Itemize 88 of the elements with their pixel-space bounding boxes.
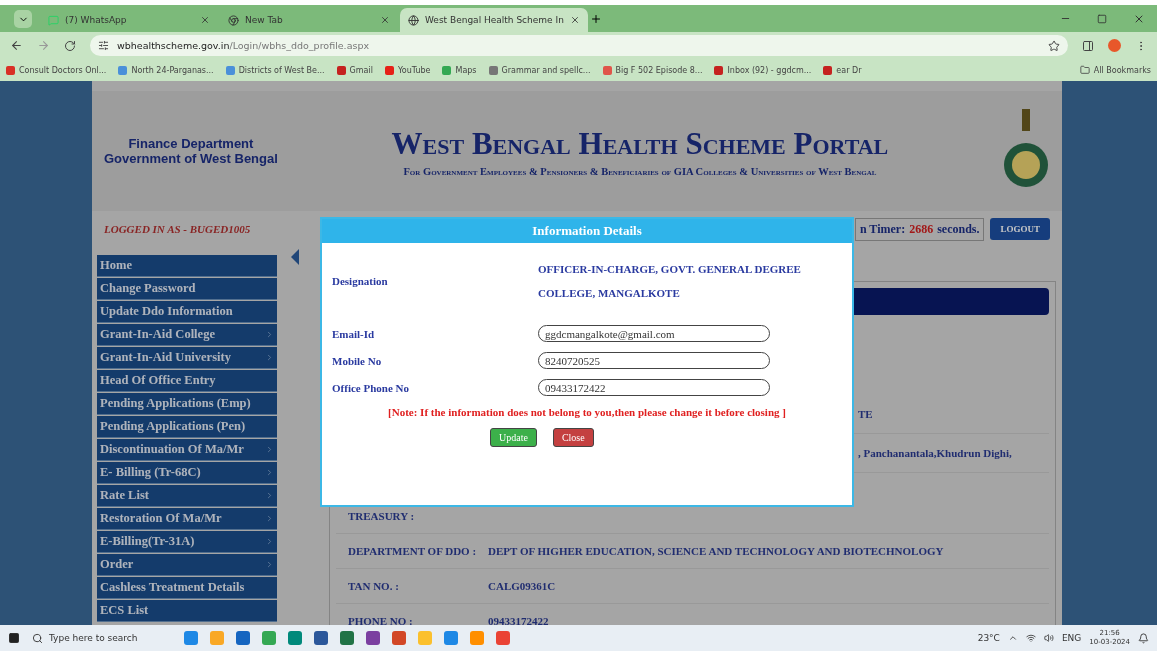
input-field[interactable]: 8240720525 [538, 352, 770, 369]
address-bar[interactable]: wbhealthscheme.gov.in/Login/wbhs_ddo_profile.aspx [90, 35, 1068, 56]
department-name: Finance Department [128, 136, 254, 151]
bookmark-link[interactable]: ear Dr [823, 65, 862, 75]
language-indicator[interactable]: ENG [1061, 633, 1082, 643]
logout-button[interactable]: LOGOUT [990, 218, 1050, 240]
tab-search-button[interactable] [14, 10, 32, 28]
field-label: Office Phone No [332, 381, 410, 394]
profile-avatar[interactable] [1108, 39, 1121, 52]
logged-in-text: LOGGED IN AS - BUGED1005 [104, 223, 251, 235]
chevron-up-icon[interactable] [1007, 633, 1018, 643]
sidebar-menu-item[interactable]: Order [97, 554, 277, 576]
search-icon [32, 632, 43, 644]
app-icon[interactable] [340, 631, 354, 645]
government-name: Government of West Bengal [104, 151, 278, 166]
designation-value: OFFICER-IN-CHARGE, GOVT. GENERAL DEGREE COLLEGE, MANGALKOTE [538, 262, 802, 301]
detail-label: PHONE NO : [348, 615, 414, 625]
detail-label: TAN NO. : [348, 580, 400, 592]
bookmark-link[interactable]: Districts of West Be... [225, 65, 325, 75]
maximize-icon[interactable] [1097, 13, 1107, 24]
site-settings-icon[interactable] [98, 40, 109, 51]
portal-title: West Bengal Health Scheme Portal [391, 125, 889, 162]
bookmark-link[interactable]: Grammar and spellc... [488, 65, 591, 75]
portal-subtitle: For Government Employees & Pensioners & Beneficiaries of GIA Colleges & Universities of West Bengal [403, 165, 877, 177]
input-field[interactable]: ggdcmangalkote@gmail.com [538, 325, 770, 342]
sidebar-menu-item[interactable]: Discontinuation Of Ma/Mr [97, 439, 277, 461]
app-icon[interactable] [366, 631, 380, 645]
app-icon[interactable] [314, 631, 328, 645]
detail-label: DEPARTMENT OF DDO : [348, 545, 478, 557]
all-bookmarks-button[interactable]: All Bookmarks [1079, 65, 1151, 75]
detail-value: DEPT OF HIGHER EDUCATION, SCIENCE AND TECHNOLOGY AND BIOTECHNOLOGY [488, 545, 944, 557]
taskbar-search-field[interactable]: Type here to search [32, 632, 172, 644]
input-field[interactable]: 09433172422 [538, 379, 770, 396]
bookmark-link[interactable]: Gmail [336, 65, 373, 75]
volume-icon[interactable] [1043, 633, 1054, 643]
bookmark-link[interactable]: YouTube [384, 65, 431, 75]
chat-icon [48, 14, 59, 26]
sidebar-menu-item[interactable]: Home [97, 255, 277, 277]
sidebar-menu-item[interactable]: ECS List [97, 600, 277, 622]
bookmark-link[interactable]: Inbox (92) - ggdcm... [714, 65, 812, 75]
bookmark-link[interactable]: Maps [442, 65, 477, 75]
sidebar-menu-item[interactable]: Grant-In-Aid University [97, 347, 277, 369]
browser-tab[interactable]: New Tab [220, 8, 398, 32]
app-icon[interactable] [236, 631, 250, 645]
close-icon[interactable] [200, 15, 210, 25]
new-tab-icon[interactable] [589, 12, 602, 25]
sidebar-menu-item[interactable]: Grant-In-Aid College [97, 324, 277, 346]
forward-arrow-icon[interactable] [37, 39, 50, 52]
field-label: Designation [332, 275, 389, 287]
side-panel-icon[interactable] [1082, 39, 1094, 52]
sidebar-menu-item[interactable]: Update Ddo Information [97, 301, 277, 323]
sidebar-menu-item[interactable]: E- Billing (Tr-68C) [97, 462, 277, 484]
sidebar-menu-item[interactable]: Change Password [97, 278, 277, 300]
wifi-icon[interactable] [1025, 633, 1036, 643]
chrome-icon [228, 14, 239, 26]
bookmark-link[interactable]: Consult Doctors Onl... [6, 65, 107, 75]
weather-text: 23°C [977, 633, 1000, 643]
detail-value: 09433172422 [488, 615, 549, 625]
folder-icon [1079, 65, 1090, 75]
field-label: Email-Id [332, 327, 376, 340]
notification-icon[interactable] [1138, 632, 1149, 644]
detail-label: TREASURY : [348, 510, 416, 522]
bookmark-link[interactable]: Big F 502 Episode 8... [602, 65, 703, 75]
dialog-title: Information Details [322, 219, 852, 243]
note-text: [Note: If the information does not belong to you,then please change it before closing ] [387, 406, 787, 418]
star-icon[interactable] [1048, 39, 1060, 52]
close-icon[interactable] [380, 15, 390, 25]
browser-tab[interactable]: (7) WhatsApp [40, 8, 218, 32]
sidebar-menu-item[interactable]: Restoration Of Ma/Mr [97, 508, 277, 530]
field-label: Mobile No [332, 354, 383, 367]
detail-value: , Panchanantala,Khudrun Dighi, [858, 447, 1012, 459]
sidebar-menu-item[interactable]: Pending Applications (Emp) [97, 393, 277, 415]
sidebar-menu-item[interactable]: Pending Applications (Pen) [97, 416, 277, 438]
sidebar-menu-item[interactable]: E-Billing(Tr-31A) [97, 531, 277, 553]
sidebar-menu-item[interactable]: Head Of Office Entry [97, 370, 277, 392]
close-button[interactable]: Close [552, 428, 594, 447]
sidebar-menu-item[interactable]: Rate List [97, 485, 277, 507]
close-icon[interactable] [569, 15, 580, 25]
detail-value: TE [858, 408, 873, 420]
detail-value: CALG09361C [488, 580, 556, 592]
bookmark-link[interactable]: North 24-Parganas... [118, 65, 214, 75]
reload-icon[interactable] [64, 39, 76, 52]
sidebar-menu-item[interactable]: Cashless Treatment Details [97, 577, 277, 599]
collapse-arrow-icon[interactable] [291, 249, 299, 265]
globe-icon [408, 14, 419, 26]
back-arrow-icon[interactable] [10, 39, 23, 52]
browser-tab[interactable]: West Bengal Health Scheme In [400, 8, 588, 32]
session-timer: n Timer: 2686 seconds. [854, 217, 985, 241]
